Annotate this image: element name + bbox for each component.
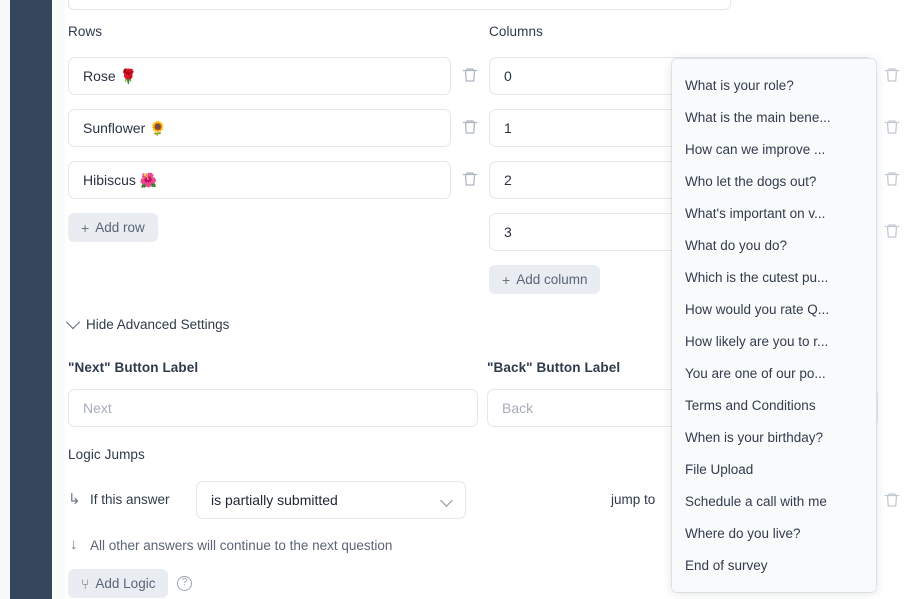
add-logic-label: Add Logic [95,576,156,591]
logic-help-icon[interactable]: ? [177,576,192,591]
dropdown-option[interactable]: How would you rate Q... [672,293,876,325]
add-row-button[interactable]: + Add row [68,213,158,242]
left-edge-rail [0,0,10,599]
jump-to-dropdown-menu[interactable]: What is your role? What is the main bene… [672,59,876,592]
dropdown-option[interactable]: How likely are you to r... [672,325,876,357]
clipped-question-field[interactable] [68,0,731,10]
row-input-0[interactable]: Rose 🌹 [68,57,451,95]
delete-column-1-icon[interactable] [883,118,901,136]
hide-advanced-settings-toggle[interactable]: Hide Advanced Settings [65,314,230,332]
hide-advanced-settings-label: Hide Advanced Settings [86,317,230,332]
delete-row-0-icon[interactable] [461,66,479,84]
add-row-plus-icon: + [81,219,90,236]
back-button-label-title: "Back" Button Label [487,360,621,375]
fallthrough-text: All other answers will continue to the n… [90,538,393,553]
delete-row-2-icon[interactable] [461,170,479,188]
dropdown-option[interactable]: Which is the cutest pu... [672,261,876,293]
chevron-down-icon [65,314,81,329]
delete-column-0-icon[interactable] [883,66,901,84]
add-column-button[interactable]: + Add column [489,265,601,294]
add-logic-button[interactable]: ⑂ Add Logic [68,569,169,598]
sidebar-gutter [52,0,65,599]
dropdown-option[interactable]: How can we improve ... [672,133,876,165]
columns-section-label: Columns [489,24,543,39]
dropdown-option[interactable]: Where do you live? [672,517,876,549]
dropdown-option[interactable]: Who let the dogs out? [672,165,876,197]
fallthrough-arrow-icon: ↓ [70,536,78,553]
delete-logic-rule-icon[interactable] [883,491,901,509]
next-button-label-title: "Next" Button Label [68,360,199,375]
logic-jumps-heading: Logic Jumps [68,447,145,462]
dropdown-option[interactable]: When is your birthday? [672,421,876,453]
dropdown-option[interactable]: What's important on v... [672,197,876,229]
delete-column-2-icon[interactable] [883,170,901,188]
app-sidebar[interactable] [10,0,52,599]
dropdown-option[interactable]: Terms and Conditions [672,389,876,421]
logic-condition-select[interactable]: is partially submitted [196,481,466,519]
branch-arrow-icon: ↳ [68,491,81,508]
next-button-label-input[interactable]: Next [68,389,478,427]
row-input-1[interactable]: Sunflower 🌻 [68,109,451,147]
delete-row-1-icon[interactable] [461,118,479,136]
add-row-label: Add row [95,220,145,235]
if-this-answer-label: If this answer [90,492,170,507]
logic-condition-value: is partially submitted [211,492,338,508]
row-input-2[interactable]: Hibiscus 🌺 [68,161,451,199]
dropdown-option[interactable]: What do you do? [672,229,876,261]
add-column-plus-icon: + [502,271,511,288]
add-column-label: Add column [516,272,588,287]
dropdown-option[interactable]: What is the main bene... [672,101,876,133]
delete-column-3-icon[interactable] [883,222,901,240]
chevron-down-icon [440,494,453,507]
question-editor-page: Rows Rose 🌹 Sunflower 🌻 Hibiscus 🌺 + Add… [0,0,908,599]
rows-section-label: Rows [68,24,103,39]
dropdown-option[interactable]: What is your role? [672,69,876,101]
dropdown-option[interactable]: Schedule a call with me [672,485,876,517]
dropdown-option[interactable]: File Upload [672,453,876,485]
dropdown-option[interactable]: End of survey [672,549,876,581]
jump-to-label: jump to [611,492,656,507]
branch-fork-icon: ⑂ [81,575,90,592]
dropdown-option[interactable]: You are one of our po... [672,357,876,389]
